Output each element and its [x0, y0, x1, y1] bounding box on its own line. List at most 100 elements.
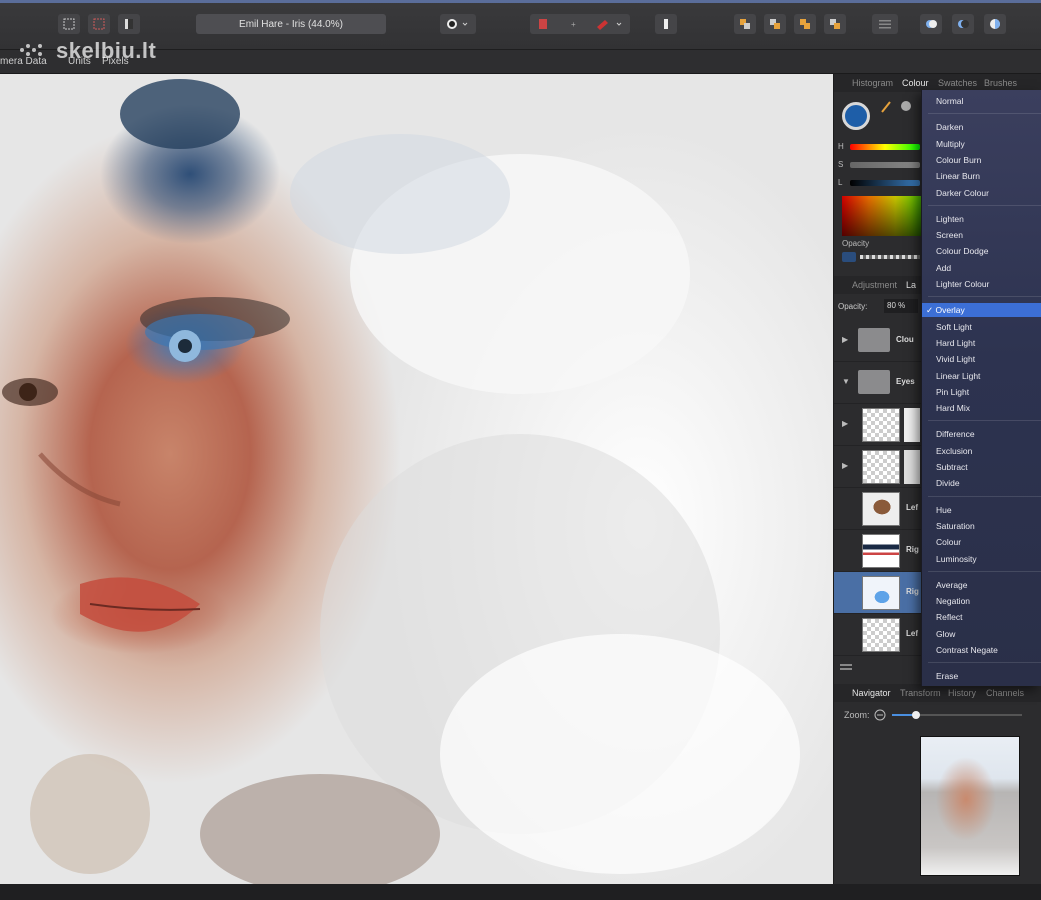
crop-icon[interactable]	[88, 14, 110, 34]
blend-mode-option[interactable]: Subtract	[936, 462, 968, 472]
document-canvas[interactable]	[0, 74, 833, 884]
folder-icon	[858, 328, 890, 352]
blend-mode-option[interactable]: Divide	[936, 478, 960, 488]
blend-mode-option[interactable]: Pin Light	[936, 387, 969, 397]
slider-s-label: S	[838, 160, 844, 169]
blend-mode-option[interactable]: Darker Colour	[936, 188, 989, 198]
tab-histogram[interactable]: Histogram	[852, 78, 893, 88]
arrange-1-icon[interactable]	[734, 14, 756, 34]
collapse-icon[interactable]: ▼	[842, 377, 850, 386]
blend-mode-option[interactable]: Screen	[936, 230, 963, 240]
tab-colour[interactable]: Colour	[902, 78, 929, 88]
colour-picker-field[interactable]	[842, 196, 922, 236]
expand-icon[interactable]: ▶	[842, 335, 848, 344]
blend-mode-option[interactable]: Multiply	[936, 139, 965, 149]
layer-opacity-field[interactable]: 80 %	[884, 299, 918, 313]
blend-mode-option[interactable]: Average	[936, 580, 968, 590]
menu-icon[interactable]	[872, 14, 898, 34]
blend-mode-option[interactable]: Soft Light	[936, 322, 972, 332]
blend-mode-option[interactable]: Hard Light	[936, 338, 975, 348]
blend-mode-option[interactable]: Colour	[936, 537, 961, 547]
opacity-label: Opacity	[842, 239, 870, 248]
pencil-icon[interactable]	[655, 14, 677, 34]
blend-mode-option[interactable]: Darken	[936, 122, 963, 132]
blend-mode-option[interactable]: Linear Burn	[936, 171, 980, 181]
layer-mask-thumbnail	[904, 450, 920, 484]
boolean-add-icon[interactable]	[920, 14, 942, 34]
blend-mode-option[interactable]: Normal	[936, 96, 963, 106]
blend-mode-option[interactable]: Exclusion	[936, 446, 972, 456]
colour-swatch[interactable]	[842, 102, 870, 130]
blend-mode-option[interactable]: Negation	[936, 596, 970, 606]
opacity-slider[interactable]	[860, 255, 920, 259]
blend-mode-option[interactable]: Saturation	[936, 521, 975, 531]
layers-stack-icon[interactable]	[840, 662, 854, 674]
blend-mode-option[interactable]: Erase	[936, 671, 958, 681]
blend-mode-option[interactable]: Contrast Negate	[936, 645, 998, 655]
picker-tools-icon[interactable]	[880, 100, 914, 114]
layer-name: Rig	[906, 587, 919, 596]
tab-adjustment[interactable]: Adjustment	[852, 280, 897, 290]
layer-thumbnail	[862, 492, 900, 526]
blend-mode-option[interactable]: Hue	[936, 505, 952, 515]
tab-transform[interactable]: Transform	[900, 688, 941, 698]
blend-mode-option[interactable]: Reflect	[936, 612, 962, 622]
tab-channels[interactable]: Channels	[986, 688, 1024, 698]
layer-name: Lef	[906, 503, 918, 512]
blend-mode-option[interactable]: Hard Mix	[936, 403, 970, 413]
status-bar	[0, 884, 1041, 900]
tab-history[interactable]: History	[948, 688, 976, 698]
blend-mode-option[interactable]: Linear Light	[936, 371, 980, 381]
blend-mode-option[interactable]: Luminosity	[936, 554, 977, 564]
watermark-logo-icon	[20, 44, 42, 56]
blend-mode-option[interactable]: Colour Burn	[936, 155, 981, 165]
boolean-intersect-icon[interactable]	[984, 14, 1006, 34]
layer-thumbnail	[862, 618, 900, 652]
layer-thumbnail	[862, 576, 900, 610]
slider-h-label: H	[838, 142, 844, 151]
menu-separator	[928, 662, 1041, 664]
blend-mode-option[interactable]: Add	[936, 263, 951, 273]
layer-name: Rig	[906, 545, 919, 554]
layer-thumbnail	[862, 450, 900, 484]
menu-separator	[928, 420, 1041, 422]
saturation-slider[interactable]	[850, 162, 920, 168]
brush-tools-group[interactable]: +	[530, 14, 630, 34]
menu-separator	[928, 495, 1041, 497]
export-icon[interactable]	[118, 14, 140, 34]
expand-icon[interactable]: ▶	[842, 419, 848, 428]
menu-separator	[928, 570, 1041, 572]
blend-mode-option[interactable]: Colour Dodge	[936, 246, 988, 256]
zoom-label: Zoom:	[844, 710, 870, 720]
blend-mode-option[interactable]: Vivid Light	[936, 354, 975, 364]
blend-mode-option[interactable]: Difference	[936, 429, 975, 439]
opacity-swatch[interactable]	[842, 252, 856, 262]
marquee-icon[interactable]	[58, 14, 80, 34]
zoom-slider[interactable]	[874, 708, 1034, 722]
layer-thumbnail	[862, 408, 900, 442]
hue-slider[interactable]	[850, 144, 920, 150]
svg-text:+: +	[571, 20, 576, 29]
layer-thumbnail	[862, 534, 900, 568]
circle-tool-icon[interactable]	[440, 14, 476, 34]
tab-swatches[interactable]: Swatches	[938, 78, 977, 88]
menu-separator	[928, 296, 1041, 298]
blend-mode-option[interactable]: Glow	[936, 629, 955, 639]
tab-brushes[interactable]: Brushes	[984, 78, 1017, 88]
tab-navigator[interactable]: Navigator	[852, 688, 891, 698]
tab-layers[interactable]: La	[906, 280, 916, 290]
arrange-3-icon[interactable]	[794, 14, 816, 34]
menu-separator	[928, 113, 1041, 115]
blend-mode-option[interactable]: ✓ Overlay	[922, 303, 1041, 318]
artwork-image	[2, 79, 800, 884]
arrange-2-icon[interactable]	[764, 14, 786, 34]
blend-mode-option[interactable]: Lighten	[936, 214, 964, 224]
expand-icon[interactable]: ▶	[842, 461, 848, 470]
blend-mode-dropdown[interactable]: Normal Darken Multiply Colour Burn Linear Bu…	[921, 90, 1041, 686]
blend-mode-option[interactable]: Lighter Colour	[936, 279, 989, 289]
boolean-subtract-icon[interactable]	[952, 14, 974, 34]
navigator-preview[interactable]	[920, 736, 1020, 876]
folder-icon	[858, 370, 890, 394]
lightness-slider[interactable]	[850, 180, 920, 186]
arrange-4-icon[interactable]	[824, 14, 846, 34]
